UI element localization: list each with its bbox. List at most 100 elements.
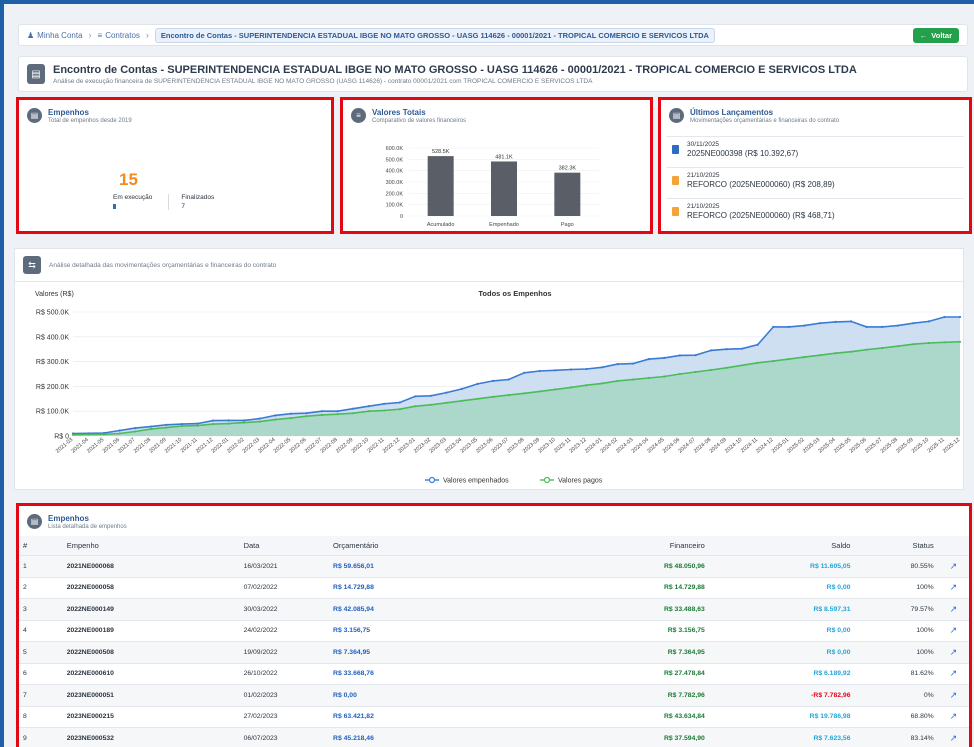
file-icon — [672, 145, 679, 154]
data-point — [756, 343, 759, 346]
lancamento-date: 21/10/2025 — [687, 172, 720, 179]
data-point — [414, 405, 417, 408]
data-point — [196, 422, 199, 425]
status-value: 100% — [854, 641, 938, 664]
lancamento-item[interactable]: 21/10/2025 REFORCO (2025NE000060) (R$ 468… — [666, 198, 964, 228]
data-point — [523, 371, 526, 374]
column-header: Data — [239, 536, 330, 556]
y-tick-label: 0 — [400, 214, 403, 220]
financeiro-value: R$ 7.782,96 — [542, 684, 709, 707]
y-axis-title: Valores (R$) — [35, 291, 74, 298]
data-point — [507, 378, 510, 381]
data-point — [87, 433, 90, 436]
data-point — [943, 341, 946, 344]
data-point — [943, 315, 946, 319]
bar-data-label: 382.3K — [559, 166, 577, 172]
lancamento-item[interactable]: 30/11/2025 2025NE000398 (R$ 10.392,67) — [666, 136, 964, 166]
breadcrumb-home[interactable]: ♟ Minha Conta — [27, 31, 83, 40]
empenhos-table-card: ▤ Empenhos Lista detalhada de empenhos #… — [16, 503, 972, 747]
orcamentario-value: R$ 45.218,46 — [329, 727, 543, 747]
data-point — [134, 427, 137, 430]
data-point — [834, 352, 837, 355]
table-row[interactable]: 3 2022NE000149 30/03/2022 R$ 42.085,94 R$ 33… — [19, 598, 969, 621]
orcamentario-value: R$ 63.421,82 — [329, 706, 543, 728]
table-row[interactable]: 9 2023NE000532 06/07/2023 R$ 45.218,46 R$ 37… — [19, 727, 969, 747]
data-point — [227, 422, 230, 425]
data-point — [632, 362, 635, 365]
table-row[interactable]: 7 2023NE000051 01/02/2023 R$ 0,00 R$ 7.782,9… — [19, 684, 969, 707]
column-header: Financeiro — [542, 536, 709, 556]
card-title: Empenhos — [48, 514, 89, 523]
data-point — [367, 405, 370, 408]
bar-data-label: 481.1K — [495, 154, 513, 160]
card-subtitle: Comparativo de valores financeiros — [372, 118, 467, 124]
financeiro-value: R$ 7.364,95 — [542, 641, 709, 664]
external-link-icon[interactable]: ↗ — [937, 577, 969, 599]
data-point — [569, 368, 573, 371]
data-point — [196, 424, 199, 427]
document-icon: ▤ — [669, 108, 684, 123]
data-point — [336, 410, 339, 413]
row-index: 5 — [19, 641, 63, 664]
empenhos-table: # Empenho Data Orçamentário Financeiro S… — [19, 536, 969, 747]
external-link-icon[interactable]: ↗ — [937, 555, 969, 578]
breadcrumb-contracts-label[interactable]: Contratos — [105, 31, 140, 40]
y-tick-label: R$ 400.0K — [36, 334, 69, 341]
external-link-icon[interactable]: ↗ — [937, 663, 969, 685]
em-execucao-label: Em execução — [113, 194, 153, 201]
table-row[interactable]: 6 2022NE000610 26/10/2022 R$ 33.668,76 R$ 27… — [19, 663, 969, 685]
data-point — [741, 364, 744, 367]
x-tick-label: 2025-10 — [911, 437, 930, 455]
card-subtitle: Movimentações orçamentárias e financeira… — [690, 118, 840, 124]
data-point — [352, 407, 355, 410]
table-row[interactable]: 2 2022NE000058 07/02/2022 R$ 14.729,88 R$ 14… — [19, 577, 969, 599]
external-link-icon[interactable]: ↗ — [937, 620, 969, 642]
data-point — [663, 375, 666, 378]
x-tick-label: 2021-10 — [164, 437, 183, 455]
data-point — [647, 376, 650, 380]
table-row[interactable]: 1 2021NE000068 16/03/2021 R$ 59.656,01 R$ 48… — [19, 555, 969, 578]
data-point — [165, 423, 168, 426]
todos-empenhos-chart: Valores (R$) Todos os EmpenhosR$ 0R$ 100.… — [35, 289, 961, 485]
empenho-id: 2022NE000149 — [62, 598, 240, 621]
user-icon: ♟ — [27, 30, 35, 40]
external-link-icon[interactable]: ↗ — [937, 684, 969, 707]
lancamento-item[interactable]: 21/10/2025 REFORCO (2025NE000060) (R$ 208… — [666, 167, 964, 197]
x-tick-label: 2025-12 — [942, 437, 961, 455]
external-link-icon[interactable]: ↗ — [937, 706, 969, 728]
breadcrumb-contracts[interactable]: ≡ Contratos — [98, 31, 140, 40]
finalizados-stat: Finalizados 7 — [168, 194, 214, 210]
data-point — [709, 349, 713, 352]
data-point — [632, 378, 635, 381]
data-point — [585, 367, 588, 371]
data-point — [881, 346, 884, 350]
data-point — [180, 423, 183, 426]
card-subtitle: Total de empenhos desde 2019 — [48, 118, 132, 124]
table-row[interactable]: 5 2022NE000508 19/09/2022 R$ 7.364,95 R$ 7.3… — [19, 641, 969, 664]
legend-label: Valores pagos — [558, 478, 603, 485]
saldo-value: R$ 11.605,05 — [708, 555, 855, 578]
data-point — [352, 412, 355, 415]
saldo-value: R$ 6.189,92 — [708, 663, 855, 685]
lancamento-desc: REFORCO (2025NE000060) (R$ 208,89) — [687, 180, 835, 189]
back-button-label[interactable]: Voltar — [931, 31, 952, 40]
back-button[interactable]: ← Voltar — [912, 27, 959, 43]
data-point — [445, 391, 448, 394]
empenho-id: 2023NE000051 — [62, 684, 240, 707]
data-point — [694, 354, 697, 357]
finalizados-value: 7 — [181, 203, 186, 210]
data-point — [725, 366, 728, 369]
table-row[interactable]: 4 2022NE000189 24/02/2022 R$ 3.156,75 R$ 3.1… — [19, 620, 969, 642]
status-value: 79.57% — [854, 598, 938, 621]
chart-title: Todos os Empenhos — [478, 289, 551, 298]
external-link-icon[interactable]: ↗ — [937, 727, 969, 747]
empenhos-stats: Em execução Finalizados 7 — [113, 194, 214, 210]
calculator-icon: ▤ — [27, 64, 45, 84]
external-link-icon[interactable]: ↗ — [937, 598, 969, 621]
external-link-icon[interactable]: ↗ — [937, 641, 969, 664]
breadcrumb-home-label[interactable]: Minha Conta — [37, 31, 82, 40]
financeiro-value: R$ 27.478,84 — [542, 663, 709, 685]
table-row[interactable]: 8 2023NE000215 27/02/2023 R$ 63.421,82 R$ 43… — [19, 706, 969, 728]
data-point — [709, 368, 713, 372]
data-point — [927, 341, 931, 345]
